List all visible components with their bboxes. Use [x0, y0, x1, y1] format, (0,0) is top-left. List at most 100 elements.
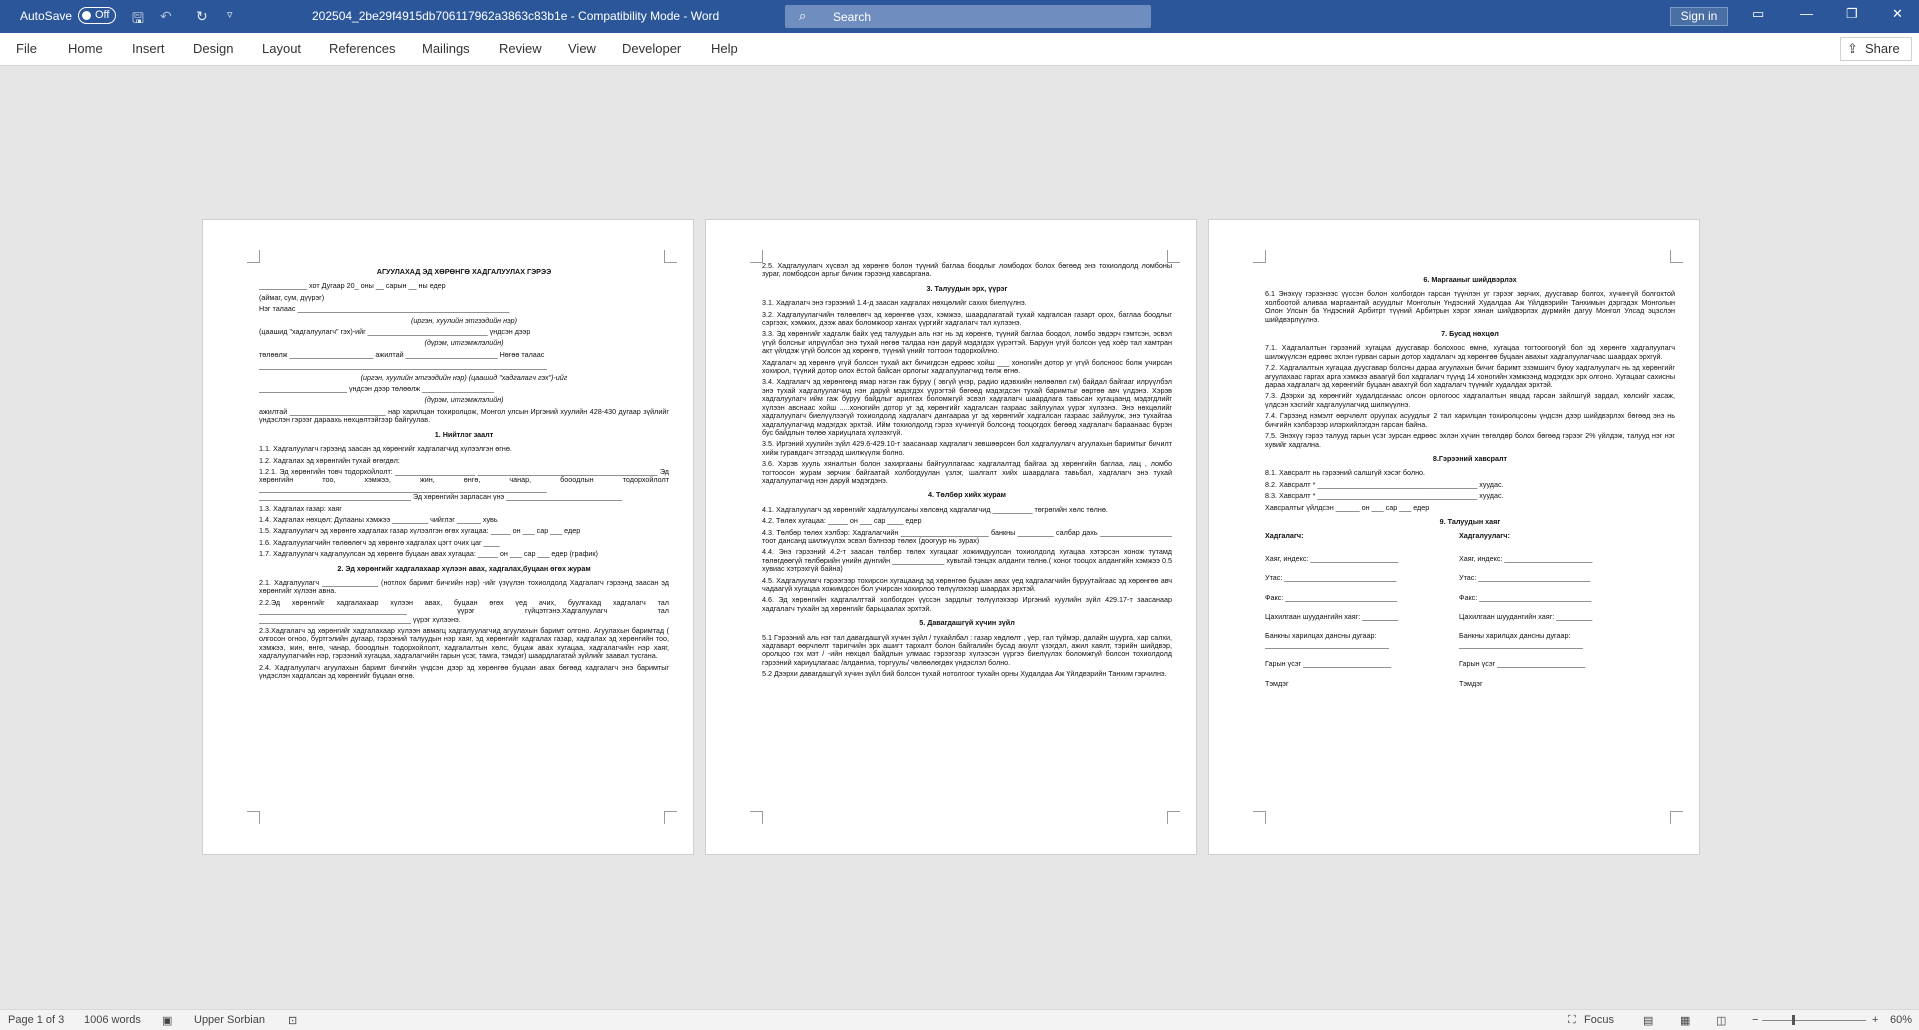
close-icon[interactable]: ✕	[1892, 6, 1903, 22]
section-heading: 7. Бусад нөхцөл	[1441, 329, 1499, 339]
crop-mark	[1670, 250, 1683, 263]
language[interactable]: Upper Sorbian	[194, 1014, 265, 1026]
paragraph: ____________ хот Дугаар 20_ оны __ сарын…	[259, 281, 446, 291]
page-3-text[interactable]: 6. Маргааныг шийдвэрлэх 6.1 Энэхүү гэрээн…	[1265, 270, 1675, 836]
signature-line: Гарын үсэг ______________________	[1459, 659, 1586, 669]
tab-developer[interactable]: Developer	[622, 41, 681, 56]
zoom-in-icon[interactable]: +	[1872, 1014, 1878, 1026]
paragraph: (цаашид "хадгалуулагч" гэх)-ийг ________…	[259, 327, 531, 337]
paragraph: ________________________________________…	[259, 361, 547, 371]
crop-mark	[1253, 250, 1266, 263]
tab-help[interactable]: Help	[711, 41, 738, 56]
zoom-slider-handle[interactable]	[1792, 1015, 1795, 1025]
paragraph: 3.1. Хадгалагч энэ гэрээний 1.4-д заасан…	[762, 298, 1027, 308]
paragraph: 7.3. Дээрхи эд хөрөнгийг худалдсанаас ол…	[1265, 391, 1675, 409]
zoom-slider[interactable]	[1762, 1020, 1866, 1021]
search-placeholder: Search	[833, 10, 872, 24]
tab-review[interactable]: Review	[499, 41, 542, 56]
search-box[interactable]: ⌕ Search	[785, 5, 1151, 28]
paragraph: 6.1 Энэхүү гэрээнээс үүссэн болон холбог…	[1265, 289, 1675, 324]
undo-icon[interactable]: ↶	[160, 8, 172, 25]
paragraph: 4.3. Төлбөр төлөх хэлбэр: Хадгалагчийн _…	[762, 527, 1172, 545]
signature-left-column: Хадгалагч: Хаяг, индекс: ________________…	[1265, 531, 1465, 699]
paragraph: 1.2. Хадгалах эд хөрөнгийн тухай өгөгдөл…	[259, 455, 400, 465]
paragraph: (иргэн, хуулийн этгээдийн нэр)	[410, 315, 518, 325]
title-bar: AutoSave Off 🖫 ↶ ↻ ▿ 202504_2be29f4915db…	[0, 0, 1919, 33]
paragraph: 8.3. Хавсралт * ________________________…	[1265, 491, 1504, 501]
signature-line: Гарын үсэг ______________________	[1265, 659, 1392, 669]
paragraph: ажилтай ________________________ нар хар…	[259, 406, 669, 425]
share-button[interactable]: ⇪ Share	[1840, 37, 1912, 61]
paragraph: 1.2.1. Эд хөрөнгийн товч тодорхойлолт: _…	[259, 466, 669, 502]
signature-line: Тэмдэг	[1265, 678, 1289, 688]
read-mode-icon[interactable]: ▤	[1643, 1014, 1653, 1027]
signature-line: Банкны харилцах дансны дугаар: _________…	[1459, 631, 1583, 649]
ribbon-display-icon[interactable]: ▭	[1752, 6, 1764, 22]
share-icon: ⇪	[1847, 41, 1858, 56]
section-heading: 3. Талуудын эрх, үүрэг	[926, 283, 1008, 293]
tab-layout[interactable]: Layout	[262, 41, 301, 56]
signature-line: Банкны харилцах дансны дугаар: _________…	[1265, 631, 1389, 649]
paragraph: 3.6. Хэрэв хууль хяналтын болон захиргаа…	[762, 459, 1172, 485]
document-page-3[interactable]: 6. Маргааныг шийдвэрлэх 6.1 Энэхүү гэрээн…	[1208, 219, 1700, 855]
paragraph: 8.2. Хавсралт * ________________________…	[1265, 479, 1504, 489]
paragraph: 2.3.Хадгалагч эд хөрөнгийг хадгалахаар х…	[259, 626, 669, 661]
paragraph: 5.1 Гэрээний аль нэг тал давагдашгүй хүч…	[762, 632, 1172, 667]
paragraph: 3.5. Иргэний хуулийн зүйл 429.6-429.10-т…	[762, 439, 1172, 457]
section-heading: АГУУЛАХАД ЭД ХӨРӨНГӨ ХАДГАЛУУЛАХ ГЭРЭЭ	[376, 267, 552, 276]
paragraph: 1.7. Хадгалуулагч хадгалуулсан эд хөрөнг…	[259, 549, 598, 559]
paragraph: 7.5. Энэхүү гэрээ талууд гарын үсэг зурс…	[1265, 431, 1675, 449]
autosave-toggle[interactable]: Off	[78, 7, 116, 24]
paragraph: (аймаг, сум, дүүрэг)	[259, 292, 325, 302]
macro-record-icon[interactable]: ⊡	[288, 1014, 297, 1027]
tab-file[interactable]: File	[16, 41, 37, 56]
paragraph: 4.5. Хадгалуулагч гэрээгээр тохирсон хуг…	[762, 575, 1172, 593]
paragraph: 4.1. Хадгалуулагч эд хөрөнгийг хадгалуул…	[762, 504, 1108, 514]
signature-line: Хаяг, индекс: ______________________	[1459, 553, 1593, 563]
customize-icon[interactable]: ▿	[227, 8, 233, 21]
share-label: Share	[1865, 41, 1900, 56]
paragraph: 7.1. Хадгалалтын гэрээний хугацаа дуусга…	[1265, 343, 1675, 361]
minimize-icon[interactable]: —	[1800, 6, 1813, 21]
document-page-1[interactable]: АГУУЛАХАД ЭД ХӨРӨНГӨ ХАДГАЛУУЛАХ ГЭРЭЭ __…	[202, 219, 694, 855]
zoom-out-icon[interactable]: −	[1752, 1014, 1758, 1026]
document-page-2[interactable]: 2.5. Хадгалуулагч хүсвэл эд хөрөнгө боло…	[705, 219, 1197, 855]
search-icon: ⌕	[799, 8, 807, 23]
restore-icon[interactable]: ❐	[1846, 6, 1858, 22]
page-2-text[interactable]: 2.5. Хадгалуулагч хүсвэл эд хөрөнгө боло…	[762, 262, 1172, 828]
status-bar: Page 1 of 3 1006 words ▣ Upper Sorbian ⊡…	[0, 1009, 1919, 1030]
page-count[interactable]: Page 1 of 3	[8, 1014, 64, 1026]
paragraph: 7.2. Хадгалалтын хугацаа дуусгавар болсн…	[1265, 363, 1675, 390]
proofing-icon[interactable]: ▣	[162, 1014, 172, 1027]
section-heading: 4. Төлбөр хийх журам	[928, 490, 1006, 500]
signature-block: Хадгалагч: Хаяг, индекс: ________________…	[1265, 531, 1675, 702]
paragraph: ______________________ үндсэн дээр төлөө…	[259, 384, 495, 394]
paragraph: 5.2 Дээрхи давагдашгүй хүчин зүйл бий бо…	[762, 669, 1167, 679]
signature-line: Хаяг, индекс: ______________________	[1265, 553, 1399, 563]
section-heading: 6. Маргааныг шийдвэрлэх	[1423, 275, 1517, 284]
signature-line: Факс: ____________________________	[1459, 592, 1592, 602]
tab-insert[interactable]: Insert	[132, 41, 165, 56]
page-3-paragraphs: 6. Маргааныг шийдвэрлэх 6.1 Энэхүү гэрээн…	[1265, 275, 1675, 526]
tab-view[interactable]: View	[568, 41, 596, 56]
redo-icon[interactable]: ↻	[196, 8, 208, 25]
paragraph: 2.5. Хадгалуулагч хүсвэл эд хөрөнгө боло…	[762, 262, 1172, 279]
page-1-text[interactable]: АГУУЛАХАД ЭД ХӨРӨНГӨ ХАДГАЛУУЛАХ ГЭРЭЭ __…	[259, 262, 669, 828]
zoom-level[interactable]: 60%	[1890, 1014, 1912, 1026]
tab-mailings[interactable]: Mailings	[422, 41, 470, 56]
signature-line: Утас: ____________________________	[1459, 573, 1591, 583]
paragraph: 4.6. Эд хөрөнгийн хадгалалттай холбогдон…	[762, 595, 1172, 613]
focus-icon[interactable]: ⛶	[1568, 1014, 1576, 1027]
tab-home[interactable]: Home	[68, 41, 103, 56]
web-layout-icon[interactable]: ◫	[1716, 1014, 1726, 1027]
sign-in-button[interactable]: Sign in	[1670, 7, 1728, 26]
paragraph: (иргэн, хуулийн этгээдийн нэр) (цаашид "…	[360, 372, 568, 382]
focus-label[interactable]: Focus	[1584, 1014, 1614, 1026]
tab-design[interactable]: Design	[193, 41, 233, 56]
word-count[interactable]: 1006 words	[84, 1014, 141, 1026]
signature-right-column: Хадгалуулагч: Хаяг, индекс: _____________…	[1459, 531, 1659, 699]
tab-references[interactable]: References	[329, 41, 395, 56]
print-layout-icon[interactable]: ▦	[1680, 1014, 1690, 1027]
save-icon[interactable]: 🖫	[132, 8, 144, 32]
autosave-state: Off	[95, 9, 110, 21]
